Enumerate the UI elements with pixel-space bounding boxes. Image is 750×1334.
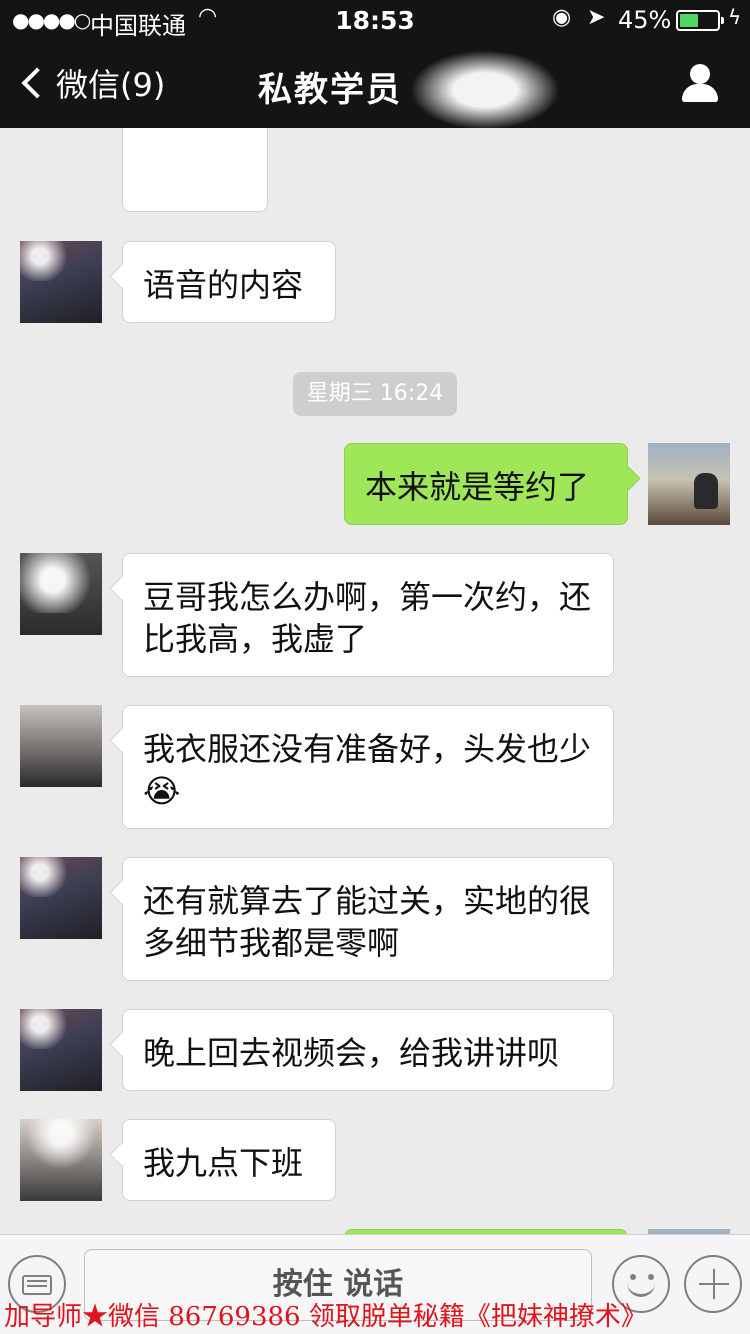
chat-title: 私教学员 <box>258 70 402 110</box>
emoji-icon <box>630 1274 636 1280</box>
contact-avatar[interactable] <box>20 553 102 635</box>
navigation-bar: 微信(9) 私教学员 <box>0 40 750 130</box>
message-bubble[interactable]: 还有就算去了能过关，实地的很多细节我都是零啊 <box>122 857 614 981</box>
status-bar: ●●●●○ 中国联通 ◠ 18:53 ◉ ➤ 45% ϟ <box>0 0 750 40</box>
contact-avatar[interactable] <box>20 705 102 787</box>
battery-percent: 45% <box>618 6 672 34</box>
top-bar: ●●●●○ 中国联通 ◠ 18:53 ◉ ➤ 45% ϟ 微信(9) 私教学员 <box>0 0 750 130</box>
blurred-title-area <box>410 50 560 130</box>
contact-avatar[interactable] <box>20 1119 102 1201</box>
partial-image-message[interactable] <box>122 128 268 212</box>
message-bubble[interactable]: 晚上回去视频会，给我讲讲呗 <box>122 1009 614 1091</box>
message-bubble[interactable]: 我衣服还没有准备好，头发也少😭 <box>122 705 614 829</box>
contact-avatar[interactable] <box>20 1009 102 1091</box>
message-bubble[interactable]: 语音的内容 <box>122 241 336 323</box>
contact-avatar[interactable] <box>20 857 102 939</box>
charging-bolt-icon: ϟ <box>728 5 742 29</box>
contact-profile-icon[interactable] <box>680 64 720 104</box>
promo-watermark-text: 加导师★微信 86769386 领取脱单秘籍《把妹神撩术》 <box>4 1302 647 1332</box>
chat-area[interactable]: 语音的内容 星期三 16:24 本来就是等约了 豆哥我怎么办啊，第一次约，还比我… <box>0 128 750 1234</box>
location-arrow-icon: ➤ <box>587 5 606 30</box>
keyboard-icon <box>22 1275 52 1295</box>
message-bubble[interactable]: 豆哥我怎么办啊，第一次约，还比我高，我虚了 <box>122 553 614 677</box>
my-avatar[interactable] <box>648 443 730 525</box>
orientation-lock-icon: ◉ <box>552 5 572 30</box>
sent-message-bubble[interactable]: 本来就是等约了 <box>344 443 628 525</box>
chat-timestamp: 星期三 16:24 <box>293 372 457 416</box>
battery-icon <box>676 10 724 31</box>
message-bubble[interactable]: 我九点下班 <box>122 1119 336 1201</box>
contact-avatar[interactable] <box>20 241 102 323</box>
